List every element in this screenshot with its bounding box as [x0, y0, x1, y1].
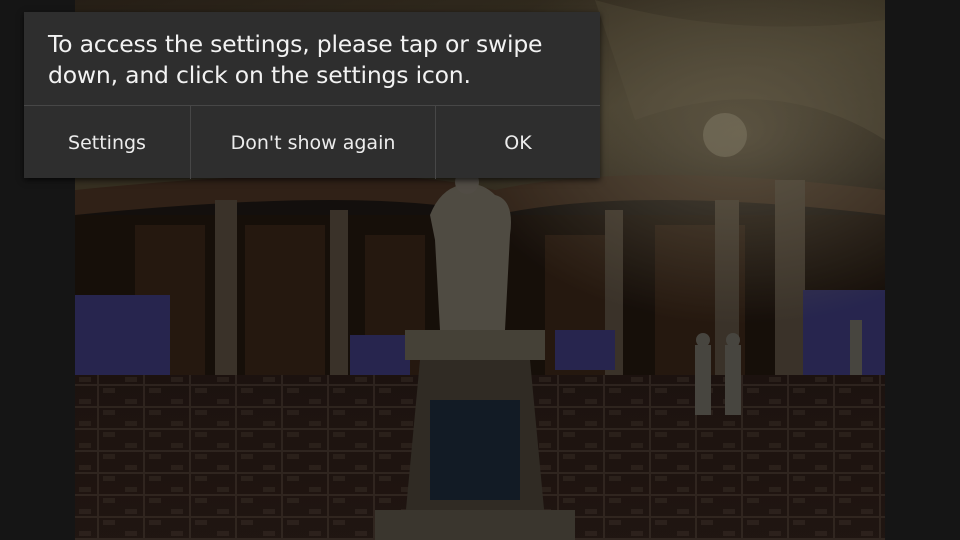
- settings-button[interactable]: Settings: [24, 106, 190, 179]
- ok-button[interactable]: OK: [435, 106, 600, 179]
- settings-hint-dialog: To access the settings, please tap or sw…: [24, 12, 600, 179]
- dont-show-again-button[interactable]: Don't show again: [190, 106, 435, 179]
- dialog-button-bar: Settings Don't show again OK: [24, 105, 600, 179]
- dialog-message: To access the settings, please tap or sw…: [48, 30, 543, 89]
